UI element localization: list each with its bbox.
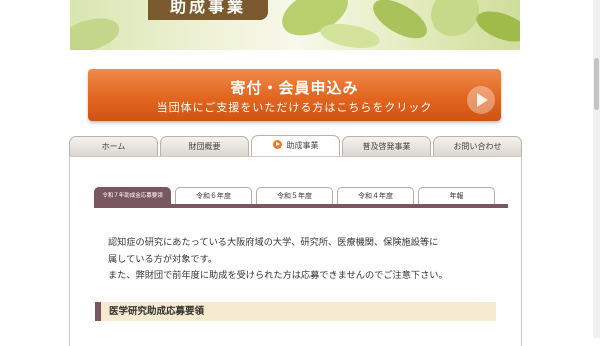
donation-main-label: 寄付・会員申込み <box>230 79 359 97</box>
intro-line: 認知症の研究にあたっている大阪府域の大学、研究所、医療機関、保険施設等に <box>108 237 439 248</box>
leaf-decoration <box>70 12 123 50</box>
subtab-r4[interactable]: 令和４年度 <box>337 187 414 204</box>
tab-label: お問い合わせ <box>453 142 502 151</box>
leaf-decoration <box>318 19 382 50</box>
tab-label: 普及啓発事業 <box>362 142 411 151</box>
tab-grant-programs[interactable]: 助成事業 <box>251 135 340 157</box>
tab-home[interactable]: ホーム <box>69 136 158 156</box>
subtab-r7-application[interactable]: 令和７年助成金応募要領 <box>94 187 171 204</box>
intro-line: また、弊財団で前年度に助成を受けられた方は応募できませんのでご注意下さい。 <box>108 270 448 281</box>
subtab-r5[interactable]: 令和５年度 <box>256 187 333 204</box>
scrollbar-track[interactable] <box>593 0 600 338</box>
tab-foundation-overview[interactable]: 財団概要 <box>160 136 249 156</box>
section-heading: 医学研究助成応募要領 <box>95 302 496 321</box>
banner-title: 助成事業 <box>148 0 268 20</box>
header-banner: 助成事業 <box>70 0 520 50</box>
tab-label: 財団概要 <box>188 142 221 151</box>
tab-label: 助成事業 <box>286 141 319 150</box>
subtab-divider <box>94 204 508 208</box>
intro-text: 認知症の研究にあたっている大阪府域の大学、研究所、医療機関、保険施設等に 属して… <box>108 235 508 285</box>
tab-contact[interactable]: お問い合わせ <box>433 136 522 156</box>
donation-sub-label: 当団体にご支援をいただける方はこちらをクリック <box>156 101 433 114</box>
subtab-r6[interactable]: 令和６年度 <box>175 187 252 204</box>
donation-button[interactable]: 寄付・会員申込み 当団体にご支援をいただける方はこちらをクリック <box>88 69 501 121</box>
arrow-right-icon <box>467 86 495 114</box>
intro-line: 属している方が対象です。 <box>108 253 218 265</box>
subtab-annual-report[interactable]: 年報 <box>418 187 495 204</box>
play-circle-icon <box>272 140 282 149</box>
leaf-decoration <box>472 5 520 48</box>
tab-label: ホーム <box>101 142 126 151</box>
scrollbar-thumb[interactable] <box>594 58 599 110</box>
year-subtabs: 令和７年助成金応募要領 令和６年度 令和５年度 令和４年度 年報 <box>94 187 496 205</box>
main-nav: ホーム 財団概要 助成事業 普及啓発事業 お問い合わせ <box>69 135 523 157</box>
tab-outreach[interactable]: 普及啓発事業 <box>342 136 431 156</box>
